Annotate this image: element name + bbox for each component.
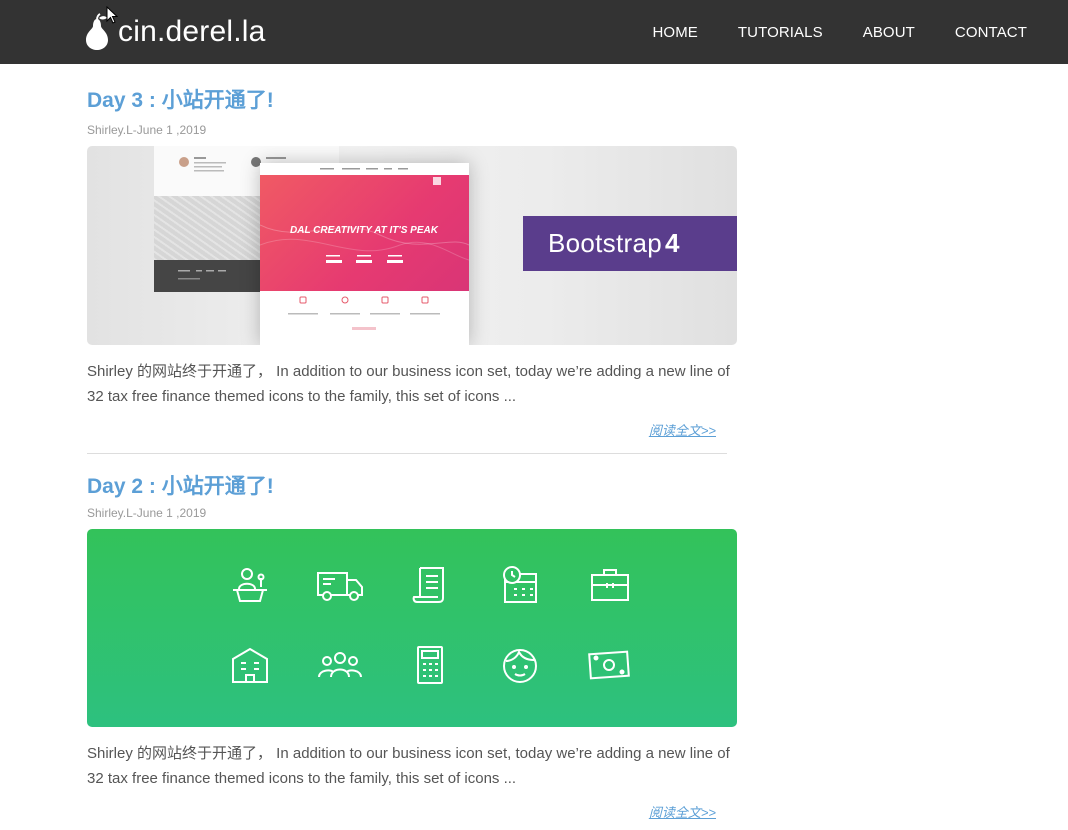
desk-person-icon (205, 565, 295, 645)
post-title[interactable]: Day 3 : 小站开通了! (87, 84, 737, 114)
post-meta: Shirley.L-June 1 ,2019 (87, 123, 207, 137)
post-image-bootstrap[interactable]: DAL CREATIVITY AT IT'S PEAK Bootstrap 4 (87, 146, 737, 345)
post-excerpt: Shirley 的网站终于开通了， In addition to our bus… (87, 745, 730, 787)
office-building-icon (205, 645, 295, 725)
mockup-hero-text: DAL CREATIVITY AT IT'S PEAK (290, 225, 439, 236)
post-divider (87, 453, 727, 454)
main-nav: HOME TUTORIALS ABOUT CONTACT (653, 0, 1028, 64)
calendar-clock-icon (475, 565, 565, 645)
mockup-front-page: DAL CREATIVITY AT IT'S PEAK (260, 163, 469, 345)
post-meta: Shirley.L-June 1 ,2019 (87, 506, 207, 520)
post-excerpt: Shirley 的网站终于开通了， In addition to our bus… (87, 363, 730, 405)
calculator-icon (385, 645, 475, 725)
post-image-icons[interactable] (87, 529, 737, 727)
face-icon (475, 645, 565, 725)
post-day-3: Day 3 : 小站开通了! Shirley.L-June 1 ,2019 DA… (87, 84, 737, 454)
nav-tutorials[interactable]: TUTORIALS (738, 24, 823, 41)
post-day-2: Day 2 : 小站开通了! Shirley.L-June 1 ,2019 Sh… (87, 470, 737, 830)
team-icon (295, 645, 385, 725)
receipt-icon (385, 565, 475, 645)
bootstrap-banner: Bootstrap 4 (523, 216, 737, 271)
nav-home[interactable]: HOME (653, 24, 698, 41)
mockup-hero: DAL CREATIVITY AT IT'S PEAK (260, 175, 469, 291)
delivery-truck-icon (295, 565, 385, 645)
finance-icon-grid (205, 565, 655, 725)
briefcase-icon (565, 565, 655, 645)
post-title[interactable]: Day 2 : 小站开通了! (87, 470, 737, 500)
bootstrap-banner-text: Bootstrap (548, 228, 662, 258)
mouse-cursor-icon (106, 5, 119, 29)
read-more-link[interactable]: 阅读全文>> (87, 420, 716, 439)
navbar: cin.derel.la HOME TUTORIALS ABOUT CONTAC… (0, 0, 1068, 64)
nav-contact[interactable]: CONTACT (955, 24, 1027, 41)
brand-name: cin.derel.la (118, 15, 266, 48)
banknote-icon (565, 645, 655, 725)
nav-about[interactable]: ABOUT (863, 24, 915, 41)
read-more-link[interactable]: 阅读全文>> (87, 802, 716, 821)
bootstrap-banner-num: 4 (665, 228, 680, 258)
